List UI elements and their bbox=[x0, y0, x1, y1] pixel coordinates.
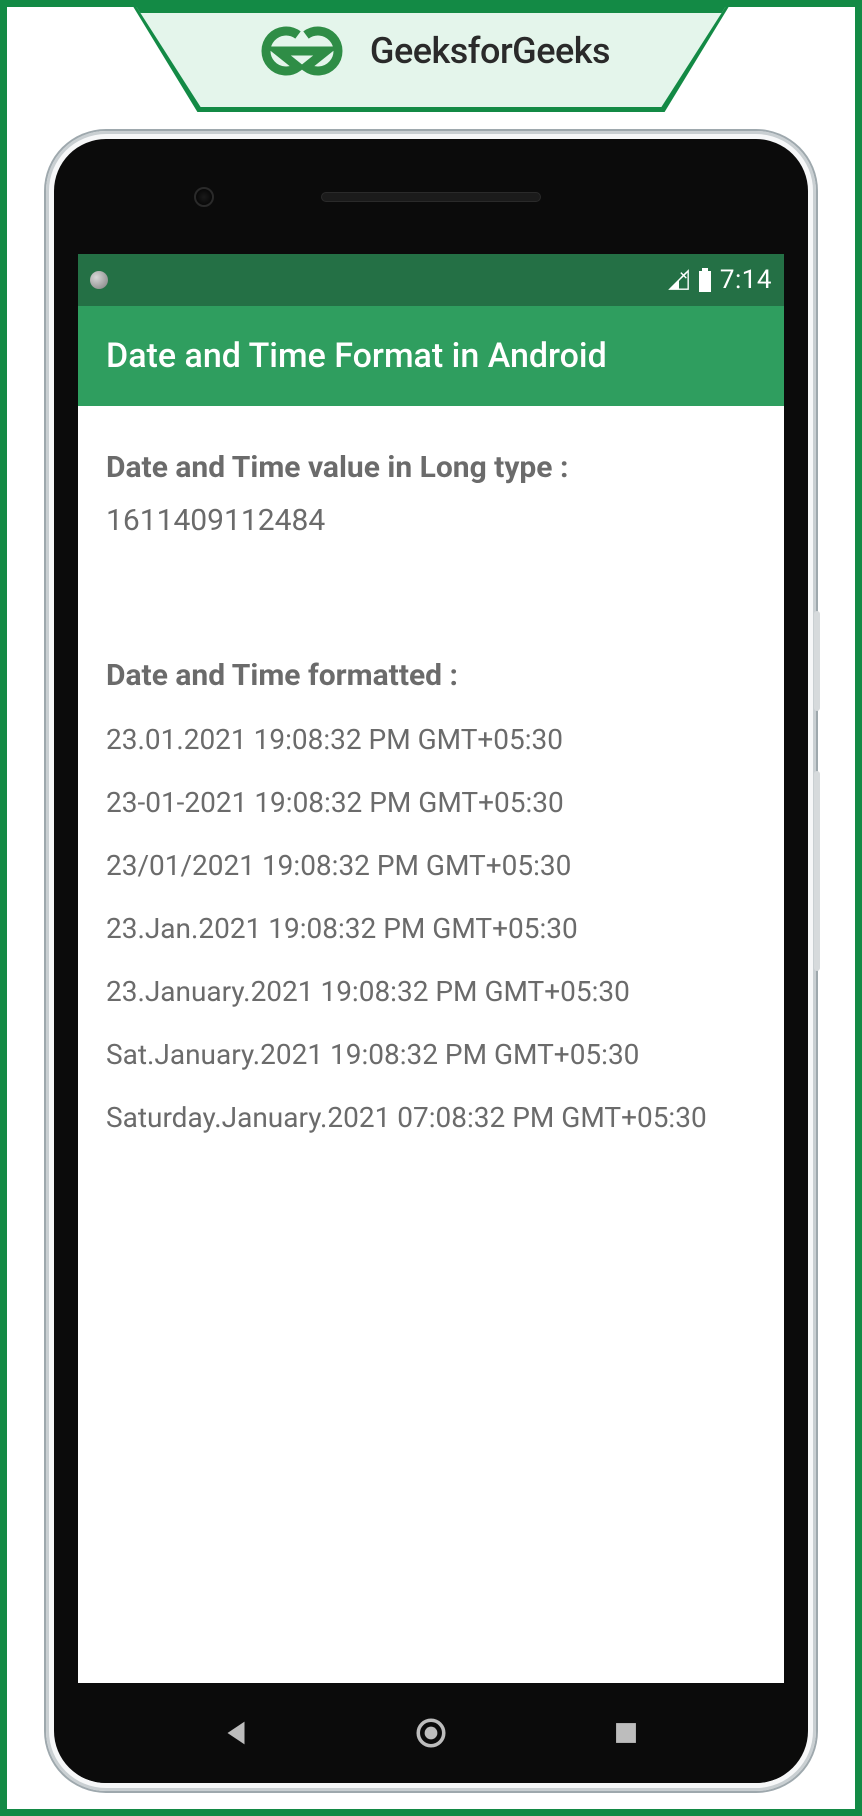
android-nav-bar bbox=[78, 1683, 784, 1783]
formatted-line: 23.Jan.2021 19:08:32 PM GMT+05:30 bbox=[106, 912, 756, 945]
phone-screen: 7:14 Date and Time Format in Android Dat… bbox=[78, 254, 784, 1683]
site-name: GeeksforGeeks bbox=[370, 30, 610, 72]
signal-icon bbox=[668, 269, 690, 291]
loading-indicator-icon bbox=[90, 271, 108, 289]
battery-icon bbox=[698, 268, 712, 292]
formatted-line: 23/01/2021 19:08:32 PM GMT+05:30 bbox=[106, 849, 756, 882]
app-title: Date and Time Format in Android bbox=[106, 336, 607, 376]
formatted-line: 23-01-2021 19:08:32 PM GMT+05:30 bbox=[106, 786, 756, 819]
nav-recents-button[interactable] bbox=[609, 1716, 643, 1750]
nav-home-button[interactable] bbox=[414, 1716, 448, 1750]
formatted-list: 23.01.2021 19:08:32 PM GMT+05:30 23-01-2… bbox=[106, 723, 756, 1134]
heading-formatted: Date and Time formatted : bbox=[106, 658, 756, 693]
status-time: 7:14 bbox=[720, 265, 772, 295]
phone-bezel-top bbox=[54, 139, 808, 254]
app-bar: Date and Time Format in Android bbox=[78, 306, 784, 406]
formatted-line: 23.01.2021 19:08:32 PM GMT+05:30 bbox=[106, 723, 756, 756]
formatted-line: Sat.January.2021 19:08:32 PM GMT+05:30 bbox=[106, 1038, 756, 1071]
heading-long-type: Date and Time value in Long type : bbox=[106, 450, 756, 485]
phone-frame: 7:14 Date and Time Format in Android Dat… bbox=[46, 131, 816, 1791]
formatted-line: Saturday.January.2021 07:08:32 PM GMT+05… bbox=[106, 1101, 756, 1134]
site-banner: GeeksforGeeks bbox=[111, 7, 751, 137]
nav-back-button[interactable] bbox=[219, 1716, 253, 1750]
formatted-line: 23.January.2021 19:08:32 PM GMT+05:30 bbox=[106, 975, 756, 1008]
long-value: 1611409112484 bbox=[106, 503, 756, 538]
gfg-logo-icon bbox=[252, 21, 352, 81]
status-bar[interactable]: 7:14 bbox=[78, 254, 784, 306]
content-area: Date and Time value in Long type : 16114… bbox=[78, 406, 784, 1178]
